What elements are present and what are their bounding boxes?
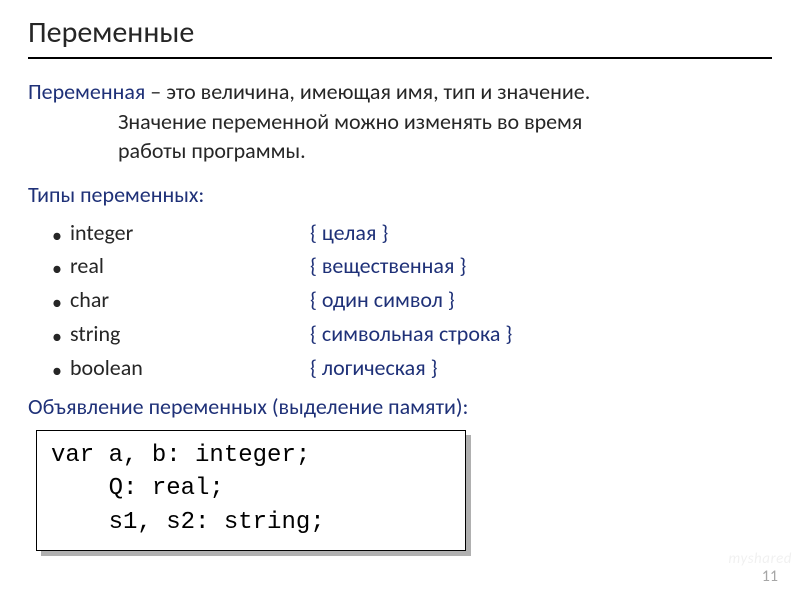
type-row: • string { символьная строка } [52,319,772,349]
type-name: real [70,251,310,281]
page-number: 11 [762,567,778,586]
code-line: s1, s2: string; [51,509,325,536]
definition-block: Переменная – это величина, имеющая имя, … [28,77,772,166]
type-row: • char { один символ } [52,285,772,315]
types-heading: Типы переменных: [28,180,772,210]
type-name: integer [70,218,310,248]
slide-body: Переменная – это величина, имеющая имя, … [28,77,772,551]
code-line: Q: real; [51,475,224,502]
type-desc: { символьная строка } [310,319,512,349]
declaration-heading: Объявление переменных (выделение памяти)… [28,392,772,422]
type-desc: { вещественная } [310,251,466,281]
bullet-icon: • [52,226,70,246]
type-row: • real { вещественная } [52,251,772,281]
bullet-icon: • [52,361,70,381]
bullet-icon: • [52,327,70,347]
type-row: • integer { целая } [52,218,772,248]
type-name: boolean [70,353,310,383]
watermark: myshared [728,550,792,568]
type-desc: { один символ } [310,285,455,315]
slide: Переменные Переменная – это величина, им… [0,0,800,600]
bullet-icon: • [52,293,70,313]
type-name: char [70,285,310,315]
slide-title: Переменные [28,14,772,59]
code-line: var a, b: integer; [51,442,310,469]
types-list: • integer { целая } • real { вещественна… [52,218,772,382]
bullet-icon: • [52,259,70,279]
definition-line1: – это величина, имеющая имя, тип и значе… [145,78,590,105]
type-row: • boolean { логическая } [52,353,772,383]
definition-term: Переменная [28,78,145,105]
code-content: var a, b: integer; Q: real; s1, s2: stri… [36,430,466,551]
code-block: var a, b: integer; Q: real; s1, s2: stri… [36,430,466,551]
definition-line3: работы программы. [28,136,772,166]
type-desc: { целая } [310,218,388,248]
type-name: string [70,319,310,349]
type-desc: { логическая } [310,353,438,383]
definition-line2: Значение переменной можно изменять во вр… [28,107,772,137]
